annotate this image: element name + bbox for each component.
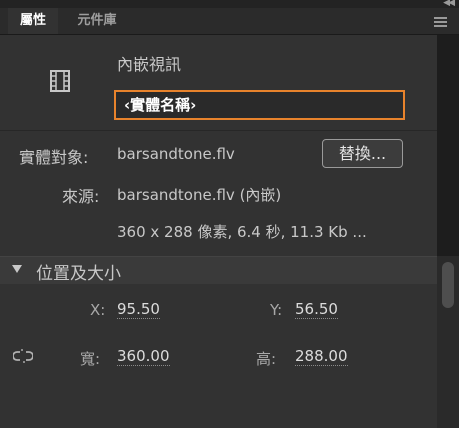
y-value[interactable]: 56.50 <box>295 300 338 319</box>
x-label: X: <box>90 301 106 319</box>
instance-name-input[interactable]: ‹實體名稱› <box>114 90 405 120</box>
panel-tab-bar: 屬性 元件庫 <box>0 8 459 35</box>
section-title: 位置及大小 <box>36 264 121 284</box>
scrollbar-thumb[interactable] <box>442 262 454 308</box>
swap-button[interactable]: 替換... <box>322 139 403 168</box>
position-size-section-header[interactable]: 位置及大小 <box>0 256 437 284</box>
film-icon <box>50 70 70 92</box>
source-details: 360 x 288 像素, 6.4 秒, 11.3 Kb ... <box>117 223 367 241</box>
panel-menu-icon[interactable] <box>434 17 447 29</box>
y-label: Y: <box>270 301 283 319</box>
tab-properties[interactable]: 屬性 <box>8 8 58 34</box>
symbol-type-label: 內嵌視訊 <box>117 55 182 74</box>
height-value[interactable]: 288.00 <box>295 347 348 366</box>
link-icon[interactable] <box>13 348 33 364</box>
window-top-strip <box>0 0 459 8</box>
collapse-panel-icon[interactable]: ◀◀ <box>443 0 455 8</box>
instance-of-value: barsandtone.flv <box>117 145 235 163</box>
height-label: 高: <box>256 350 277 368</box>
tab-library[interactable]: 元件庫 <box>62 8 132 34</box>
section-collapse-icon[interactable] <box>12 265 22 273</box>
source-value: barsandtone.flv (內嵌) <box>117 186 282 204</box>
divider <box>0 130 437 131</box>
source-label: 來源: <box>62 187 100 206</box>
instance-of-label: 實體對象: <box>19 148 89 167</box>
width-value[interactable]: 360.00 <box>117 347 170 366</box>
width-label: 寬: <box>80 350 101 368</box>
x-value[interactable]: 95.50 <box>117 300 160 319</box>
